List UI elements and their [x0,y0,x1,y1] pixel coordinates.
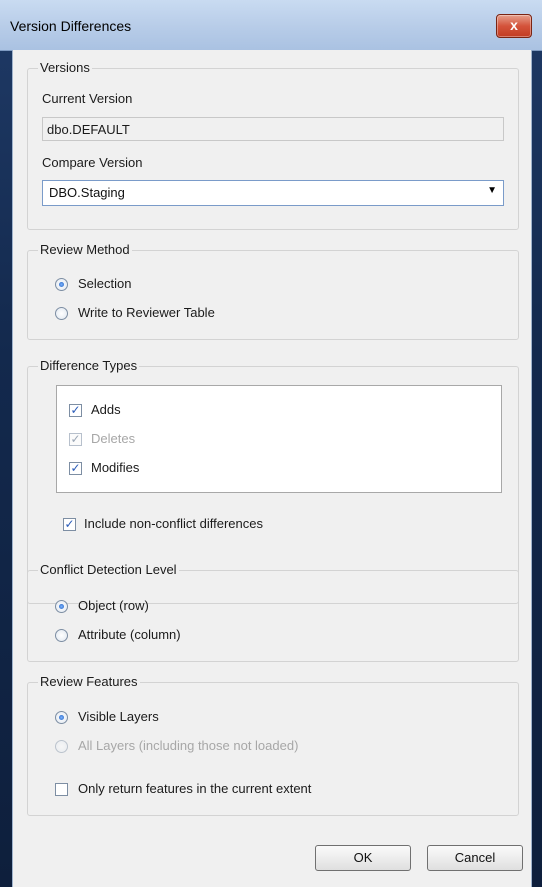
title-bar[interactable]: Version Differences x [0,0,542,51]
radio-visible-layers[interactable] [55,711,68,724]
radio-object-row[interactable] [55,600,68,613]
checkbox-deletes-label: Deletes [91,431,136,446]
checkbox-modifies[interactable]: ✓ [69,462,82,475]
review-method-group-label: Review Method [38,242,132,257]
difference-types-group-label: Difference Types [38,358,140,373]
close-icon: x [510,17,518,33]
radio-object-row-label[interactable]: Object (row) [78,598,149,613]
checkbox-deletes: ✓ [69,432,82,446]
radio-attribute-column[interactable] [55,629,68,642]
cancel-button[interactable]: Cancel [427,845,523,871]
review-method-group: Review Method Selection Write to Reviewe… [27,242,519,340]
radio-selection[interactable] [55,278,68,291]
checkbox-include-nonconflict-label[interactable]: Include non-conflict differences [84,516,263,531]
radio-write-to-reviewer-table[interactable] [55,307,68,320]
checkbox-adds[interactable]: ✓ [69,404,82,417]
compare-version-value: DBO.Staging [49,185,125,200]
conflict-detection-group-label: Conflict Detection Level [38,562,179,577]
dialog-client-area: Versions Current Version dbo.DEFAULT Com… [12,50,532,887]
review-features-group: Review Features Visible Layers All Layer… [27,674,519,816]
checkbox-adds-label[interactable]: Adds [91,402,121,417]
current-version-field: dbo.DEFAULT [42,117,504,141]
checkbox-current-extent[interactable] [55,783,68,796]
radio-write-to-reviewer-table-label[interactable]: Write to Reviewer Table [78,305,215,320]
difference-types-list[interactable]: ✓ Adds ✓ Deletes ✓ Modifies [56,385,502,493]
checkbox-current-extent-label[interactable]: Only return features in the current exte… [78,781,311,796]
versions-group: Versions Current Version dbo.DEFAULT Com… [27,60,519,230]
conflict-detection-group: Conflict Detection Level Object (row) At… [27,562,519,662]
current-version-label: Current Version [42,91,133,106]
checkbox-include-nonconflict[interactable]: ✓ [63,518,76,531]
versions-group-label: Versions [38,60,92,75]
compare-version-label: Compare Version [42,155,143,170]
window-title: Version Differences [10,18,132,34]
chevron-down-icon[interactable]: ▼ [487,185,497,196]
radio-visible-layers-label[interactable]: Visible Layers [78,709,159,724]
radio-all-layers-label: All Layers (including those not loaded) [78,738,299,753]
dialog-window: Version Differences x Versions Current V… [0,0,542,887]
compare-version-dropdown[interactable]: DBO.Staging ▼ [42,180,504,206]
ok-button[interactable]: OK [315,845,411,871]
radio-attribute-column-label[interactable]: Attribute (column) [78,627,181,642]
current-version-value: dbo.DEFAULT [47,122,130,137]
close-button[interactable]: x [496,14,532,38]
radio-selection-label[interactable]: Selection [78,276,131,291]
checkbox-modifies-label[interactable]: Modifies [91,460,139,475]
review-features-group-label: Review Features [38,674,140,689]
radio-all-layers [55,740,68,753]
